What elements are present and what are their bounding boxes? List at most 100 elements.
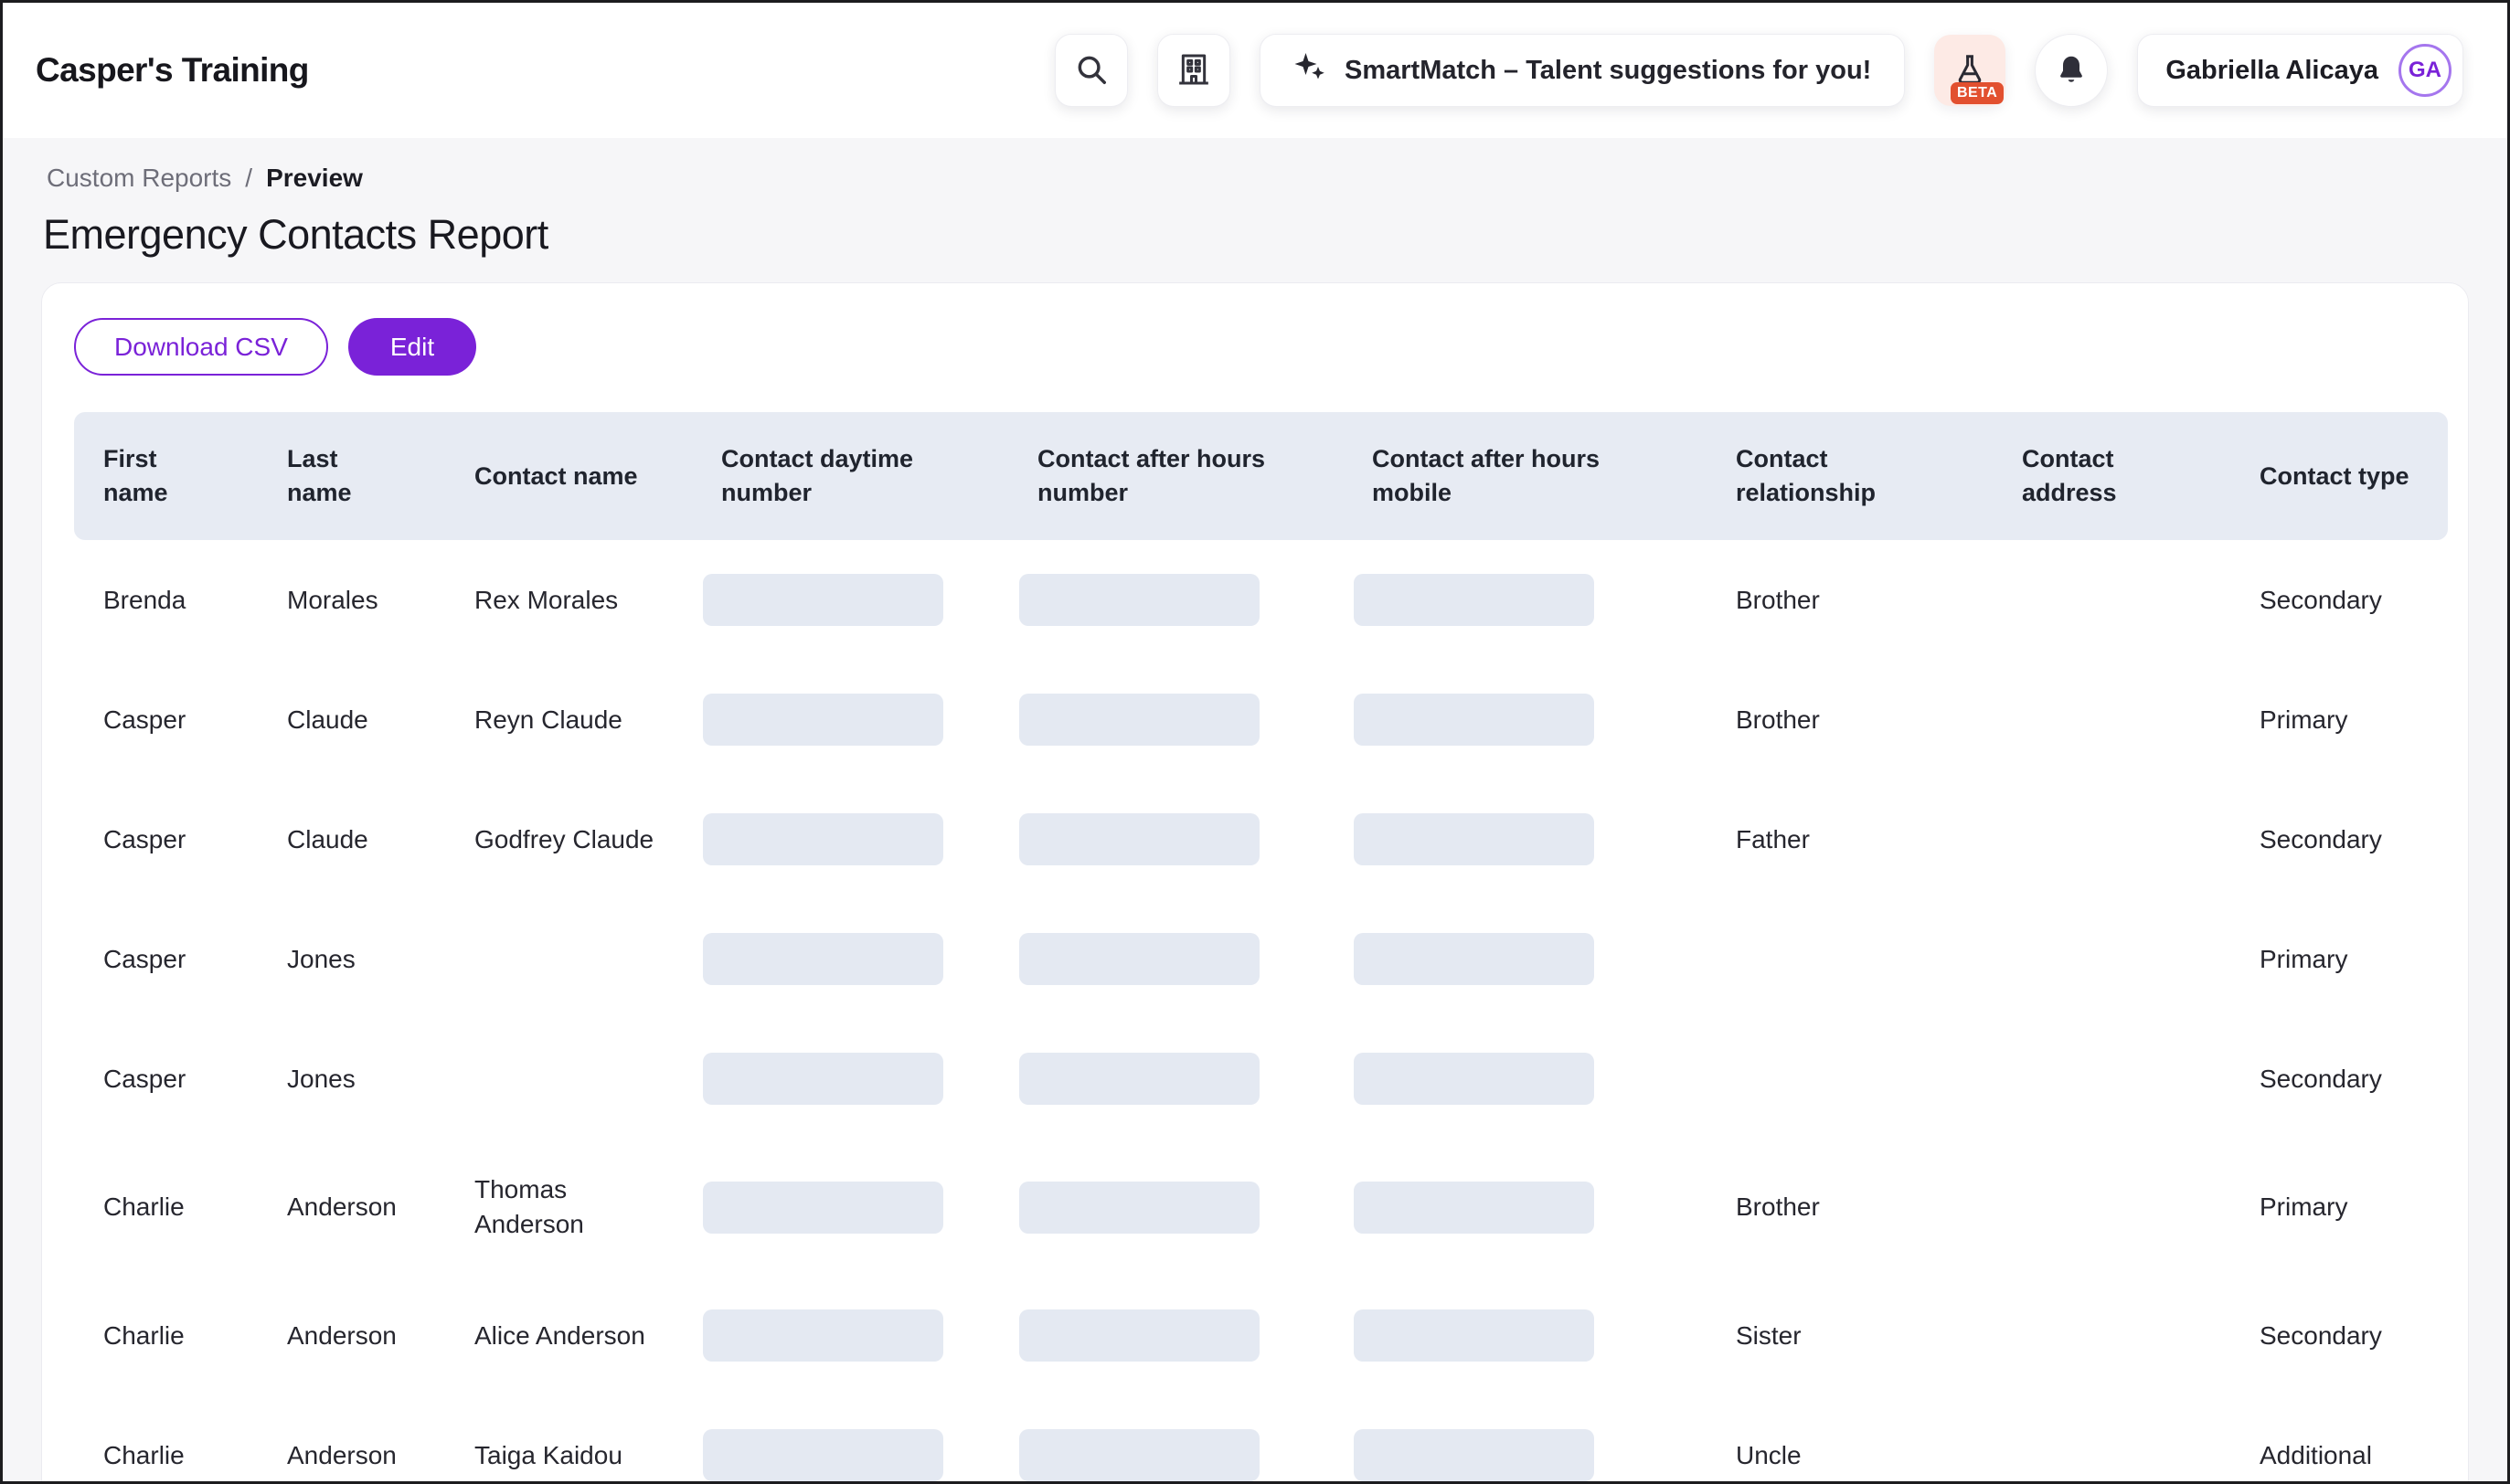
cell-contact-relationship: Brother xyxy=(1707,1139,1993,1276)
masked-daytime-field xyxy=(703,933,943,985)
app-window: Casper's Training xyxy=(0,0,2510,1484)
user-menu[interactable]: Gabriella Alicaya GA xyxy=(2137,34,2463,107)
cell-first-name: Charlie xyxy=(74,1395,258,1484)
cell-contact-address xyxy=(1993,540,2230,660)
cell-contact-name: Rex Morales xyxy=(445,540,692,660)
cell-contact-daytime-number xyxy=(692,779,1008,899)
cell-last-name: Claude xyxy=(258,779,445,899)
masked-after-hours-field xyxy=(1019,1182,1260,1234)
cell-contact-after-hours-mobile xyxy=(1343,1276,1707,1395)
masked-mobile-field xyxy=(1354,1309,1594,1362)
cell-contact-type: Primary xyxy=(2230,660,2448,779)
table-row: Brenda Morales Rex Morales Brother Secon… xyxy=(74,540,2448,660)
smartmatch-label: SmartMatch – Talent suggestions for you! xyxy=(1345,56,1871,86)
report-table: First name Last name Contact name Contac… xyxy=(74,412,2448,1484)
cell-contact-after-hours-number xyxy=(1008,899,1343,1019)
labs-button[interactable]: BETA xyxy=(1934,35,2005,106)
masked-daytime-field xyxy=(703,694,943,746)
cell-contact-name: Taiga Kaidou xyxy=(445,1395,692,1484)
cell-last-name: Jones xyxy=(258,1019,445,1139)
cell-contact-after-hours-number xyxy=(1008,540,1343,660)
cell-contact-after-hours-mobile xyxy=(1343,540,1707,660)
cell-contact-after-hours-number xyxy=(1008,1395,1343,1484)
page-title: Emergency Contacts Report xyxy=(43,211,2507,259)
table-row: Charlie Anderson Thomas Anderson Brother… xyxy=(74,1139,2448,1276)
building-icon xyxy=(1175,51,1212,90)
table-row: Casper Claude Reyn Claude Brother Primar… xyxy=(74,660,2448,779)
cell-contact-daytime-number xyxy=(692,660,1008,779)
cell-first-name: Charlie xyxy=(74,1276,258,1395)
masked-after-hours-field xyxy=(1019,813,1260,865)
column-header-contact-name: Contact name xyxy=(445,412,692,540)
masked-mobile-field xyxy=(1354,813,1594,865)
cell-contact-after-hours-number xyxy=(1008,660,1343,779)
cell-contact-after-hours-number xyxy=(1008,779,1343,899)
masked-mobile-field xyxy=(1354,933,1594,985)
cell-contact-relationship xyxy=(1707,899,1993,1019)
cell-first-name: Casper xyxy=(74,1019,258,1139)
bell-icon xyxy=(2055,53,2088,89)
cell-contact-name xyxy=(445,1019,692,1139)
cell-last-name: Anderson xyxy=(258,1276,445,1395)
cell-contact-after-hours-number xyxy=(1008,1276,1343,1395)
download-csv-button[interactable]: Download CSV xyxy=(74,318,328,376)
beta-badge: BETA xyxy=(1951,82,2004,104)
cell-contact-type: Secondary xyxy=(2230,779,2448,899)
cell-last-name: Jones xyxy=(258,899,445,1019)
masked-daytime-field xyxy=(703,1182,943,1234)
organisation-button[interactable] xyxy=(1157,34,1230,107)
search-button[interactable] xyxy=(1055,34,1128,107)
cell-contact-type: Secondary xyxy=(2230,1019,2448,1139)
sparkle-icon xyxy=(1293,50,1326,90)
table-row: Casper Claude Godfrey Claude Father Seco… xyxy=(74,779,2448,899)
table-row: Casper Jones Secondary xyxy=(74,1019,2448,1139)
cell-contact-address xyxy=(1993,1139,2230,1276)
avatar: GA xyxy=(2398,44,2452,97)
cell-contact-type: Primary xyxy=(2230,899,2448,1019)
masked-after-hours-field xyxy=(1019,1053,1260,1105)
cell-contact-after-hours-mobile xyxy=(1343,779,1707,899)
masked-after-hours-field xyxy=(1019,1429,1260,1481)
masked-after-hours-field xyxy=(1019,574,1260,626)
edit-button[interactable]: Edit xyxy=(348,318,476,376)
masked-after-hours-field xyxy=(1019,1309,1260,1362)
cell-contact-address xyxy=(1993,660,2230,779)
cell-contact-type: Additional xyxy=(2230,1395,2448,1484)
masked-mobile-field xyxy=(1354,1053,1594,1105)
column-header-contact-after-hours-number: Contact after hours number xyxy=(1008,412,1343,540)
cell-first-name: Charlie xyxy=(74,1139,258,1276)
cell-contact-after-hours-mobile xyxy=(1343,1019,1707,1139)
table-header-row: First name Last name Contact name Contac… xyxy=(74,412,2448,540)
cell-contact-type: Secondary xyxy=(2230,1276,2448,1395)
cell-contact-relationship: Sister xyxy=(1707,1276,1993,1395)
cell-contact-daytime-number xyxy=(692,1276,1008,1395)
cell-contact-daytime-number xyxy=(692,540,1008,660)
cell-contact-relationship xyxy=(1707,1019,1993,1139)
table-body: Brenda Morales Rex Morales Brother Secon… xyxy=(74,540,2448,1484)
masked-daytime-field xyxy=(703,1309,943,1362)
cell-contact-after-hours-number xyxy=(1008,1139,1343,1276)
masked-after-hours-field xyxy=(1019,694,1260,746)
table-row: Casper Jones Primary xyxy=(74,899,2448,1019)
breadcrumb-separator: / xyxy=(245,164,252,193)
table-row: Charlie Anderson Alice Anderson Sister S… xyxy=(74,1276,2448,1395)
masked-mobile-field xyxy=(1354,1429,1594,1481)
cell-contact-daytime-number xyxy=(692,899,1008,1019)
cell-contact-relationship: Brother xyxy=(1707,660,1993,779)
top-bar: Casper's Training xyxy=(3,3,2507,138)
cell-contact-address xyxy=(1993,1276,2230,1395)
cell-contact-name: Alice Anderson xyxy=(445,1276,692,1395)
column-header-first-name: First name xyxy=(74,412,258,540)
cell-contact-after-hours-mobile xyxy=(1343,899,1707,1019)
masked-daytime-field xyxy=(703,813,943,865)
notifications-button[interactable] xyxy=(2035,34,2108,107)
breadcrumb-custom-reports[interactable]: Custom Reports xyxy=(47,164,231,193)
cell-contact-daytime-number xyxy=(692,1019,1008,1139)
cell-contact-daytime-number xyxy=(692,1395,1008,1484)
masked-daytime-field xyxy=(703,574,943,626)
cell-contact-after-hours-mobile xyxy=(1343,1395,1707,1484)
cell-contact-relationship: Uncle xyxy=(1707,1395,1993,1484)
masked-daytime-field xyxy=(703,1429,943,1481)
cell-contact-address xyxy=(1993,1019,2230,1139)
smartmatch-button[interactable]: SmartMatch – Talent suggestions for you! xyxy=(1260,34,1905,107)
